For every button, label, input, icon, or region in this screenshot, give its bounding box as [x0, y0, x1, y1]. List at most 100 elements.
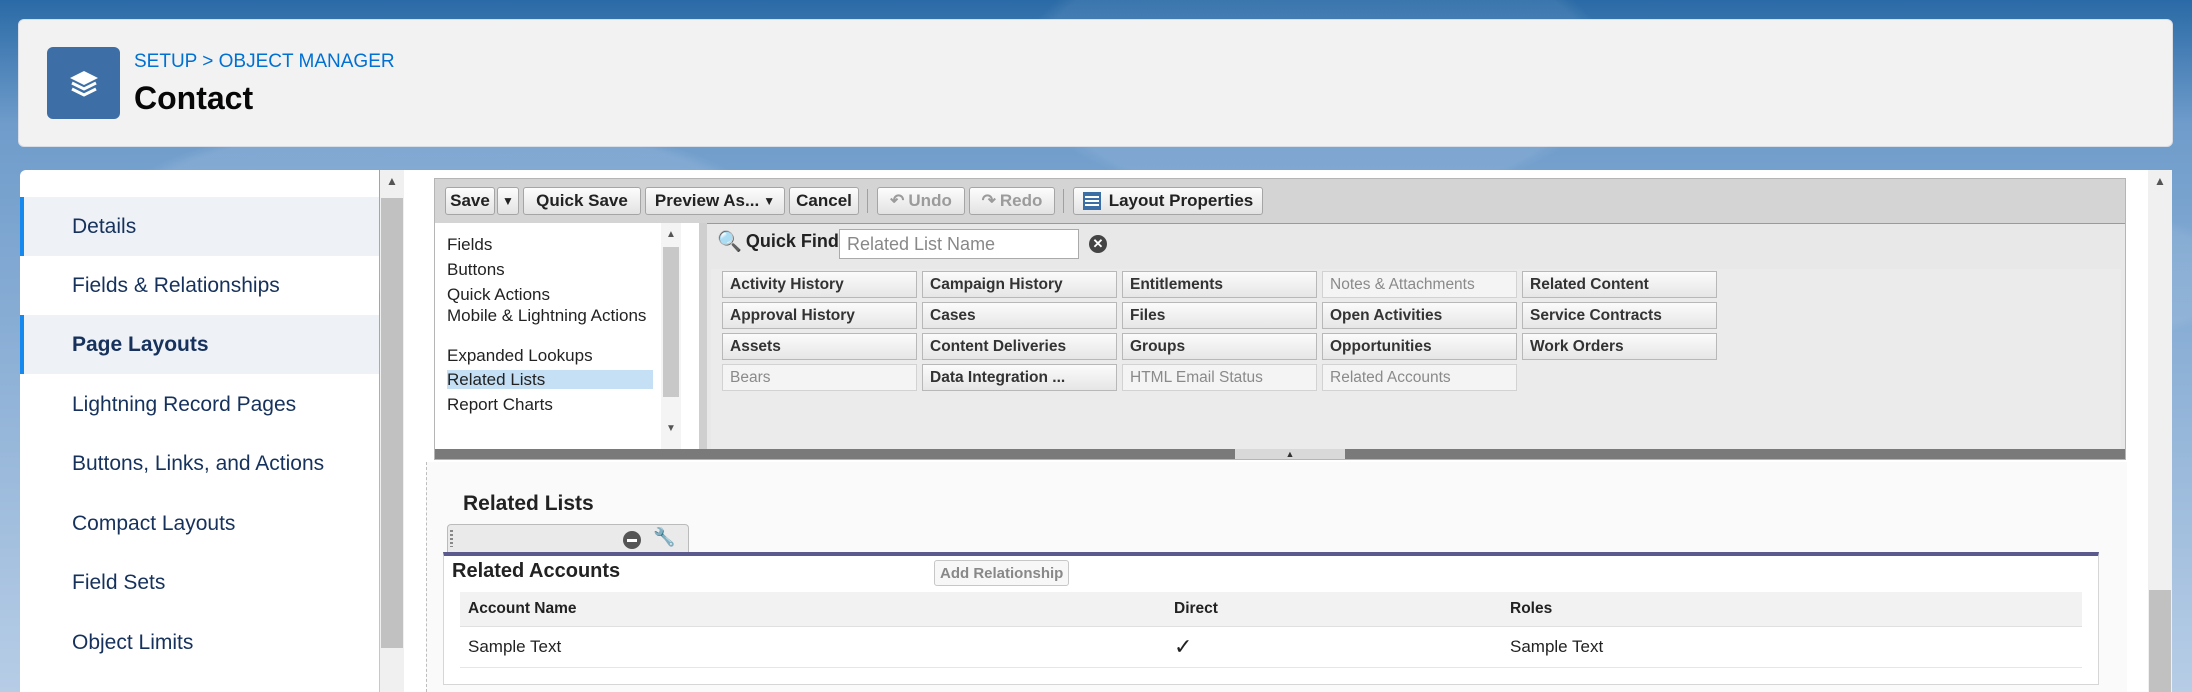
sidebar-item-compact-layouts[interactable]: Compact Layouts — [20, 494, 379, 553]
column-header: Roles — [1502, 592, 2082, 627]
palette-item[interactable]: Related Content — [1522, 271, 1717, 298]
palette-item[interactable]: Cases — [922, 302, 1117, 329]
palette-item[interactable]: Assets — [722, 333, 917, 360]
quick-save-label: Quick Save — [536, 191, 628, 210]
table-header-row: Account Name Direct Roles — [460, 592, 2082, 627]
category-mobile-lightning-actions[interactable]: Mobile & Lightning Actions — [447, 306, 653, 325]
page-header: SETUP > OBJECT MANAGER Contact — [18, 19, 2173, 147]
save-dropdown-chevron-down-icon[interactable]: ▼ — [497, 187, 519, 215]
breadcrumb[interactable]: SETUP > OBJECT MANAGER — [134, 51, 395, 73]
save-label: Save — [450, 191, 490, 210]
sidebar-scrollbar[interactable]: ▲ — [380, 170, 404, 692]
palette-item[interactable]: Open Activities — [1322, 302, 1517, 329]
sidebar-item-fields-relationships[interactable]: Fields & Relationships — [20, 256, 379, 315]
sidebar-item-label: Field Sets — [72, 570, 166, 594]
related-list-section: Related Accounts Add Relationship Accoun… — [443, 552, 2099, 685]
page-title: Contact — [134, 80, 254, 116]
remove-icon[interactable] — [623, 531, 641, 549]
quick-find-input[interactable]: Related List Name — [839, 229, 1079, 259]
sidebar-item-details[interactable]: Details — [20, 197, 379, 256]
save-button[interactable]: Save — [445, 187, 495, 215]
clear-icon[interactable]: ✕ — [1089, 235, 1107, 253]
category-fields[interactable]: Fields — [447, 235, 653, 254]
object-manager-sidebar: Details Fields & Relationships Page Layo… — [20, 170, 379, 692]
sidebar-scroll-thumb[interactable] — [381, 198, 403, 648]
sidebar-item-label: Compact Layouts — [72, 511, 236, 535]
section-title: Related Lists — [463, 492, 594, 515]
category-expanded-lookups[interactable]: Expanded Lookups — [447, 346, 653, 365]
related-list-table: Account Name Direct Roles Sample Text ✓ … — [460, 592, 2082, 668]
redo-button[interactable]: ↷ Redo — [969, 187, 1055, 215]
scroll-up-arrow-icon[interactable]: ▲ — [386, 174, 398, 188]
category-scrollbar[interactable]: ▲ ▼ — [661, 223, 681, 449]
palette: Save ▼ Quick Save Preview As... ▼ Cancel … — [434, 178, 2126, 460]
sidebar-item-page-layouts[interactable]: Page Layouts — [20, 315, 379, 374]
cancel-button[interactable]: Cancel — [789, 187, 859, 215]
check-icon: ✓ — [1166, 626, 1502, 668]
quick-find: 🔍 Quick Find — [717, 229, 839, 254]
palette-resize-bar[interactable]: ▲ — [435, 449, 2125, 459]
sidebar-item-label: Lightning Record Pages — [72, 392, 297, 416]
cancel-label: Cancel — [796, 191, 852, 210]
quick-save-button[interactable]: Quick Save — [523, 187, 641, 215]
collapse-arrow-icon[interactable]: ▲ — [1235, 449, 1345, 459]
sidebar-item-lightning-record-pages[interactable]: Lightning Record Pages — [20, 375, 379, 434]
layers-icon — [47, 47, 120, 119]
redo-icon: ↷ — [981, 191, 996, 210]
undo-label: Undo — [908, 191, 952, 210]
layout-canvas: Related Lists 🔧 Related Accounts Add Rel… — [426, 462, 2127, 692]
undo-icon: ↶ — [890, 191, 905, 210]
palette-item[interactable]: Activity History — [722, 271, 917, 298]
palette-item[interactable]: Content Deliveries — [922, 333, 1117, 360]
layout-properties-label: Layout Properties — [1108, 191, 1254, 210]
cell-roles: Sample Text — [1502, 626, 2082, 668]
quick-find-label: Quick Find — [745, 231, 839, 251]
main-scrollbar[interactable]: ▲ — [2148, 170, 2172, 692]
undo-button[interactable]: ↶ Undo — [877, 187, 965, 215]
palette-item-used: Bears — [722, 364, 917, 391]
palette-item-used: Related Accounts — [1322, 364, 1517, 391]
related-list-handle[interactable]: 🔧 — [447, 524, 689, 553]
palette-item[interactable]: Entitlements — [1122, 271, 1317, 298]
palette-item[interactable]: Opportunities — [1322, 333, 1517, 360]
sidebar-item-label: Fields & Relationships — [72, 273, 280, 297]
palette-item[interactable]: Campaign History — [922, 271, 1117, 298]
scroll-up-arrow-icon[interactable]: ▲ — [2154, 174, 2166, 188]
layout-editor: Save ▼ Quick Save Preview As... ▼ Cancel … — [404, 170, 2172, 692]
toolbar-divider — [1063, 189, 1064, 213]
add-relationship-button[interactable]: Add Relationship — [934, 560, 1070, 586]
category-scroll-thumb[interactable] — [663, 247, 679, 397]
palette-item[interactable]: Work Orders — [1522, 333, 1717, 360]
main-scroll-thumb[interactable] — [2149, 590, 2171, 692]
palette-category-list[interactable]: Fields Buttons Quick Actions Mobile & Li… — [435, 223, 707, 449]
cell-account-name: Sample Text — [460, 626, 1166, 668]
sidebar-item-label: Page Layouts — [72, 332, 209, 356]
palette-item[interactable]: Data Integration ... — [922, 364, 1117, 391]
preview-as-label: Preview As... — [654, 191, 760, 210]
palette-item-used: Notes & Attachments — [1322, 271, 1517, 298]
category-quick-actions[interactable]: Quick Actions — [447, 285, 653, 304]
redo-label: Redo — [999, 191, 1043, 210]
palette-item[interactable]: Groups — [1122, 333, 1317, 360]
search-icon: 🔍 — [717, 231, 742, 253]
sidebar-item-label: Details — [72, 214, 137, 238]
sidebar-item-object-limits[interactable]: Object Limits — [20, 613, 379, 672]
chevron-down-icon: ▼ — [763, 194, 776, 208]
palette-item[interactable]: Files — [1122, 302, 1317, 329]
palette-item-used: HTML Email Status — [1122, 364, 1317, 391]
category-buttons[interactable]: Buttons — [447, 260, 653, 279]
column-header: Direct — [1166, 592, 1502, 627]
category-related-lists[interactable]: Related Lists — [447, 370, 653, 389]
category-report-charts[interactable]: Report Charts — [447, 395, 653, 414]
palette-item[interactable]: Service Contracts — [1522, 302, 1717, 329]
sidebar-item-buttons-links-actions[interactable]: Buttons, Links, and Actions — [20, 434, 379, 493]
sidebar-item-field-sets[interactable]: Field Sets — [20, 553, 379, 612]
toolbar-divider — [867, 189, 868, 213]
drag-handle-icon[interactable] — [450, 530, 453, 547]
scroll-down-arrow-icon[interactable]: ▼ — [666, 423, 676, 434]
layout-properties-button[interactable]: Layout Properties — [1073, 187, 1263, 215]
scroll-up-arrow-icon[interactable]: ▲ — [666, 229, 676, 240]
wrench-icon[interactable]: 🔧 — [653, 527, 675, 548]
palette-item[interactable]: Approval History — [722, 302, 917, 329]
preview-as-button[interactable]: Preview As... ▼ — [645, 187, 785, 215]
